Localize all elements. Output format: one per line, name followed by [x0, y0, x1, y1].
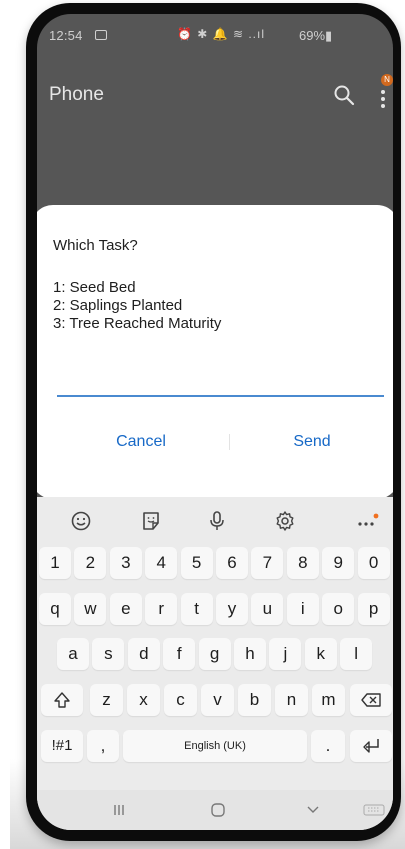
battery-level: 69%▮: [299, 28, 333, 43]
backspace-icon: [361, 693, 381, 707]
task-input[interactable]: [57, 395, 384, 397]
key-w[interactable]: w: [74, 593, 107, 625]
task-list: 1: Seed Bed 2: Saplings Planted 3: Tree …: [53, 279, 221, 333]
cancel-button[interactable]: Cancel: [71, 417, 211, 467]
period-key[interactable]: .: [311, 730, 345, 762]
key-h[interactable]: h: [234, 638, 266, 670]
key-k[interactable]: k: [304, 638, 337, 670]
key-4[interactable]: 4: [145, 547, 178, 579]
key-z[interactable]: z: [90, 684, 123, 716]
backspace-key[interactable]: [350, 684, 392, 716]
more-options-button[interactable]: N: [373, 74, 393, 110]
key-r[interactable]: r: [145, 593, 178, 625]
back-icon[interactable]: [305, 803, 321, 817]
emoji-icon[interactable]: [69, 509, 93, 533]
task-dialog: Which Task? 1: Seed Bed 2: Saplings Plan…: [37, 205, 393, 499]
search-icon[interactable]: [333, 84, 355, 106]
key-l[interactable]: l: [340, 638, 373, 670]
settings-icon[interactable]: [273, 509, 297, 533]
key-d[interactable]: d: [127, 638, 160, 670]
microphone-icon[interactable]: [205, 509, 229, 533]
shift-icon: [54, 692, 70, 708]
key-s[interactable]: s: [92, 638, 125, 670]
on-screen-keyboard: 1234567890 qwertyuiop asdfghjkl zxcvbnm …: [37, 497, 393, 830]
notification-badge: N: [381, 74, 393, 86]
task-item: 2: Saplings Planted: [53, 297, 183, 314]
send-button[interactable]: Send: [242, 417, 382, 467]
key-g[interactable]: g: [198, 638, 231, 670]
key-p[interactable]: p: [357, 593, 390, 625]
key-i[interactable]: i: [286, 593, 319, 625]
space-key[interactable]: English (UK): [123, 730, 307, 762]
key-m[interactable]: m: [312, 684, 345, 716]
key-n[interactable]: n: [275, 684, 308, 716]
key-3[interactable]: 3: [109, 547, 142, 579]
more-icon[interactable]: [355, 509, 379, 533]
key-1[interactable]: 1: [39, 547, 71, 579]
key-c[interactable]: c: [164, 684, 197, 716]
key-t[interactable]: t: [180, 593, 213, 625]
enter-key[interactable]: [350, 730, 392, 762]
gallery-icon: [95, 30, 107, 40]
key-0[interactable]: 0: [357, 547, 390, 579]
keyboard-hide-icon[interactable]: [363, 803, 385, 817]
page-title: Phone: [49, 84, 104, 105]
key-e[interactable]: e: [109, 593, 142, 625]
comma-key[interactable]: ,: [87, 730, 119, 762]
status-indicators: ⏰ ✱ 🔔 ≋ ..ıl: [177, 27, 265, 41]
key-j[interactable]: j: [269, 638, 302, 670]
phone-screen: 12:54 ⏰ ✱ 🔔 ≋ ..ıl 69%▮ Phone N Which Ta…: [37, 14, 393, 830]
key-x[interactable]: x: [127, 684, 160, 716]
key-5[interactable]: 5: [180, 547, 213, 579]
status-time: 12:54: [49, 28, 83, 43]
key-2[interactable]: 2: [74, 547, 107, 579]
task-item: 3: Tree Reached Maturity: [53, 315, 222, 332]
key-b[interactable]: b: [238, 684, 271, 716]
key-9[interactable]: 9: [322, 547, 355, 579]
key-7[interactable]: 7: [251, 547, 284, 579]
status-bar: 12:54 ⏰ ✱ 🔔 ≋ ..ıl 69%▮: [37, 14, 393, 56]
key-f[interactable]: f: [163, 638, 196, 670]
sticker-icon[interactable]: [139, 509, 163, 533]
symbols-key[interactable]: !#1: [41, 730, 83, 762]
key-v[interactable]: v: [201, 684, 234, 716]
more-vert-icon: [381, 90, 385, 108]
key-o[interactable]: o: [322, 593, 355, 625]
key-a[interactable]: a: [57, 638, 89, 670]
navigation-bar: [37, 790, 393, 830]
home-icon[interactable]: [209, 801, 227, 819]
key-u[interactable]: u: [251, 593, 284, 625]
key-8[interactable]: 8: [286, 547, 319, 579]
keyboard-toolbar: [37, 497, 393, 543]
key-y[interactable]: y: [216, 593, 248, 625]
key-6[interactable]: 6: [216, 547, 248, 579]
dialog-title: Which Task?: [53, 237, 138, 254]
shift-key[interactable]: [41, 684, 83, 716]
enter-icon: [363, 739, 379, 753]
button-divider: [229, 434, 230, 450]
key-q[interactable]: q: [39, 593, 71, 625]
task-item: 1: Seed Bed: [53, 279, 136, 296]
recent-apps-icon[interactable]: [111, 802, 127, 818]
